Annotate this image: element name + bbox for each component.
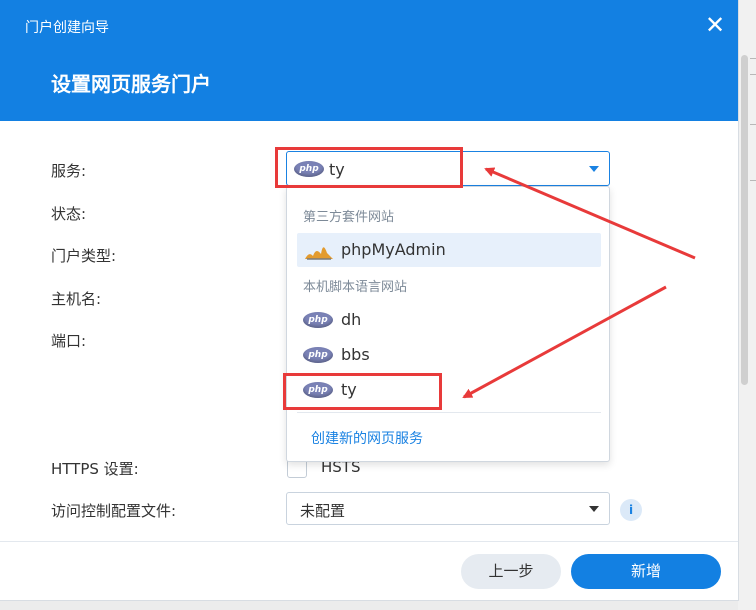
- edge-divider: [750, 74, 756, 75]
- hostname-label: 主机名:: [51, 290, 102, 308]
- previous-step-button[interactable]: 上一步: [461, 554, 561, 589]
- menu-item-ty[interactable]: php ty: [297, 373, 601, 407]
- php-icon: php: [303, 347, 333, 363]
- window-scrollbar-thumb[interactable]: [741, 55, 748, 385]
- access-profile-select[interactable]: 未配置: [286, 492, 610, 525]
- close-icon[interactable]: ✕: [700, 9, 730, 41]
- port-label: 端口:: [51, 332, 87, 350]
- portal-wizard-dialog: 门户创建向导 ✕ 设置网页服务门户 服务: 状态: 门户类型: 主机名: 端口:…: [0, 0, 739, 601]
- menu-item-label: phpMyAdmin: [341, 240, 446, 259]
- menu-item-label: bbs: [341, 345, 370, 364]
- menu-item-bbs[interactable]: php bbs: [297, 338, 601, 372]
- menu-item-label: ty: [341, 380, 357, 399]
- php-icon: php: [303, 382, 333, 398]
- edge-divider: [750, 58, 756, 59]
- chevron-down-icon: [589, 166, 599, 172]
- footer-divider: [0, 541, 738, 542]
- service-label: 服务:: [51, 162, 87, 180]
- chevron-down-icon: [589, 506, 599, 512]
- status-label: 状态:: [51, 205, 87, 223]
- access-profile-value: 未配置: [300, 502, 346, 520]
- portal-type-label: 门户类型:: [51, 247, 117, 265]
- service-select-value: ty: [329, 160, 345, 179]
- https-settings-label: HTTPS 设置:: [51, 460, 139, 478]
- php-icon: php: [294, 161, 324, 177]
- info-icon[interactable]: i: [620, 499, 642, 521]
- add-button[interactable]: 新增: [571, 554, 721, 589]
- menu-item-dh[interactable]: php dh: [297, 303, 601, 337]
- dialog-title: 门户创建向导: [25, 20, 109, 36]
- dialog-header: 门户创建向导 ✕ 设置网页服务门户: [0, 0, 738, 121]
- dropdown-divider: [297, 412, 601, 413]
- edge-divider: [750, 180, 756, 181]
- edge-divider: [750, 124, 756, 125]
- php-icon: php: [303, 312, 333, 328]
- access-profile-label: 访问控制配置文件:: [51, 502, 177, 520]
- menu-item-label: dh: [341, 310, 362, 329]
- group-title-third-party: 第三方套件网站: [303, 210, 395, 225]
- phpmyadmin-icon: [305, 247, 333, 260]
- service-select[interactable]: php ty: [286, 151, 610, 186]
- service-dropdown-menu: 第三方套件网站 phpMyAdmin 本机脚本语言网站 php dh php b…: [286, 186, 610, 462]
- menu-item-phpmyadmin[interactable]: phpMyAdmin: [297, 233, 601, 267]
- group-title-local-script: 本机脚本语言网站: [303, 280, 408, 295]
- page-title: 设置网页服务门户: [51, 72, 211, 96]
- create-web-service-link[interactable]: 创建新的网页服务: [311, 428, 423, 448]
